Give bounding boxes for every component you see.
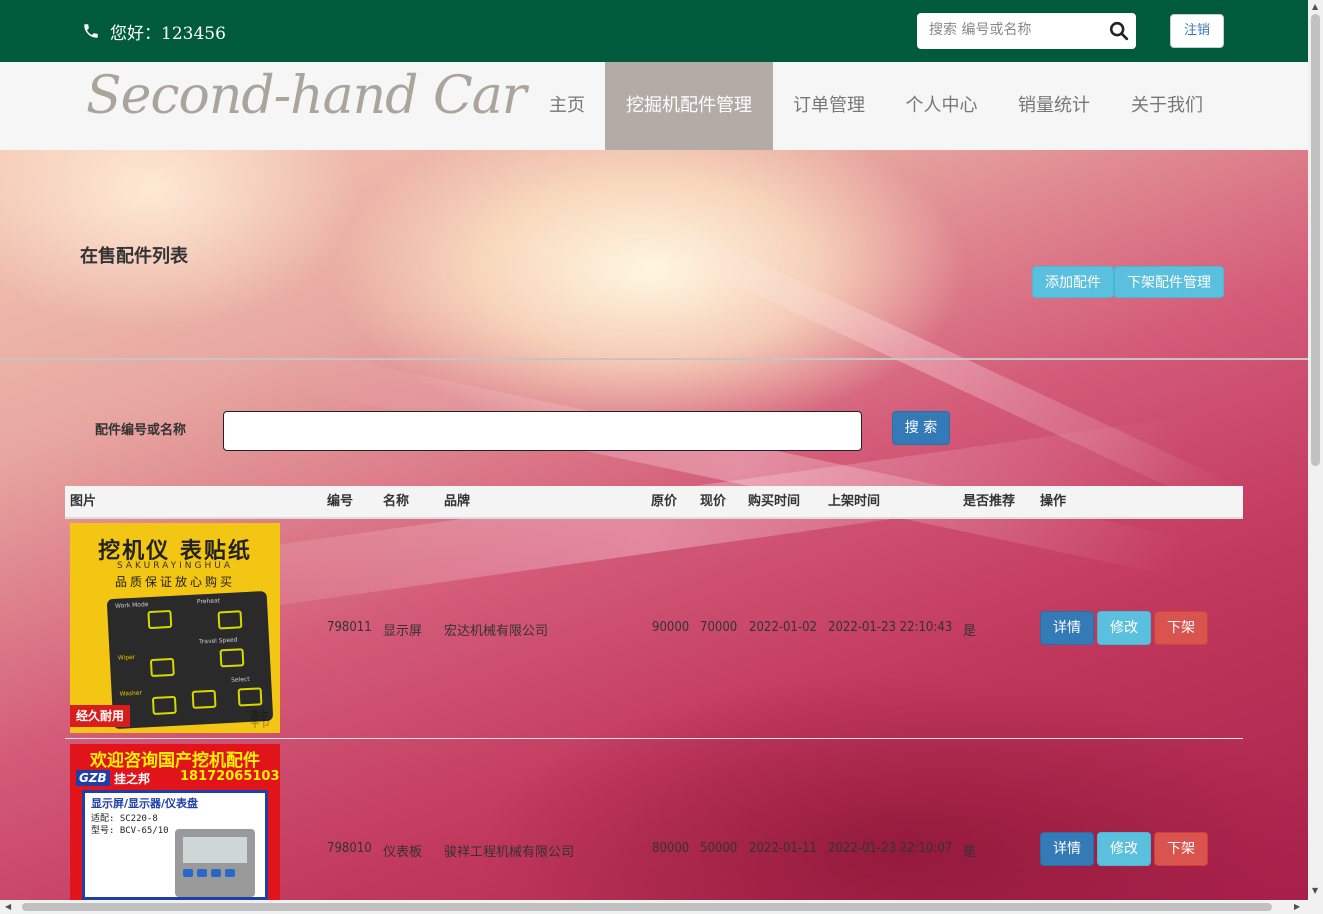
- logout-button[interactable]: 注销: [1170, 14, 1224, 48]
- image-badge: 经久耐用: [70, 705, 130, 727]
- nav-orders[interactable]: 订单管理: [773, 62, 885, 150]
- cell-listed-time: 2022-01-23 22:10:07: [828, 841, 953, 856]
- col-actions: 操作: [1040, 494, 1067, 509]
- phone-icon: [84, 24, 98, 38]
- nav-about[interactable]: 关于我们: [1110, 62, 1224, 150]
- part-image[interactable]: 欢迎咨询国产挖机配件 GZB 挂之邦 18172065103 显示屏/显示器/仪…: [70, 744, 280, 900]
- content-area: 在售配件列表 添加配件 下架配件管理 配件编号或名称 搜 索 图片 编号 名称 …: [0, 150, 1308, 900]
- cell-brand: 宏达机械有限公司: [444, 624, 549, 639]
- top-bar: 您好：123456 注销: [0, 0, 1308, 62]
- cell-purchase-date: 2022-01-11: [749, 841, 817, 856]
- edit-button[interactable]: 修改: [1097, 611, 1151, 645]
- panel-label: Work Mode: [114, 601, 149, 610]
- page-title: 在售配件列表: [80, 246, 188, 267]
- search-icon[interactable]: [1108, 20, 1130, 42]
- top-search-input[interactable]: [917, 13, 1109, 47]
- panel-label: Preheat: [196, 597, 221, 606]
- offshelf-button[interactable]: 下架: [1154, 832, 1208, 866]
- panel-sticker: Work Mode Preheat Travel Speed Wiper Was…: [106, 590, 274, 730]
- scroll-down-icon[interactable]: ▼: [1312, 886, 1318, 895]
- edit-button[interactable]: 修改: [1097, 832, 1151, 866]
- nav-home[interactable]: 主页: [529, 62, 605, 150]
- cell-recommended: 是: [963, 624, 977, 639]
- nav-parts-management[interactable]: 挖掘机配件管理: [605, 62, 773, 150]
- nav-sales-stats[interactable]: 销量统计: [998, 62, 1110, 150]
- dashboard-device: [175, 829, 255, 897]
- cell-recommended: 是: [963, 845, 977, 860]
- filter-label: 配件编号或名称: [95, 423, 187, 438]
- part-image[interactable]: 挖机仪 表贴纸 SAKURAYINGHUA 品质保证放心购买 Work Mode…: [70, 523, 280, 733]
- cell-current-price: 50000: [700, 841, 738, 856]
- col-image: 图片: [70, 494, 97, 509]
- cell-original-price: 80000: [652, 841, 690, 856]
- top-search-box: [917, 13, 1136, 49]
- col-listed-time: 上架时间: [828, 494, 881, 509]
- col-current-price: 现价: [700, 494, 727, 509]
- scroll-up-icon[interactable]: ▲: [1312, 2, 1318, 11]
- image-logo: GZB: [76, 770, 110, 786]
- col-recommended: 是否推荐: [963, 494, 1016, 509]
- offshelf-button[interactable]: 下架: [1154, 611, 1208, 645]
- cell-listed-time: 2022-01-23 22:10:43: [828, 620, 953, 635]
- cell-name: 仪表板: [383, 845, 423, 860]
- site-logo[interactable]: Second-hand Car: [86, 66, 527, 126]
- image-watermark: 韩: [250, 707, 270, 731]
- image-line: 显示屏/显示器/仪表盘: [91, 797, 199, 810]
- vertical-scroll-thumb[interactable]: [1311, 14, 1320, 466]
- vertical-scrollbar[interactable]: ▲ ▼: [1308, 0, 1323, 900]
- nav-profile[interactable]: 个人中心: [885, 62, 998, 150]
- cell-current-price: 70000: [700, 620, 738, 635]
- panel-label: Wiper: [117, 653, 136, 662]
- cell-original-price: 90000: [652, 620, 690, 635]
- part-search-input[interactable]: [223, 411, 862, 451]
- scroll-right-icon[interactable]: ▶: [1294, 902, 1300, 911]
- image-title: 欢迎咨询国产挖机配件: [90, 751, 260, 771]
- col-name: 名称: [383, 494, 410, 509]
- section-divider: [0, 358, 1308, 360]
- main-navbar: Second-hand Car 主页 挖掘机配件管理 订单管理 个人中心 销量统…: [0, 62, 1308, 151]
- detail-button[interactable]: 详情: [1040, 611, 1094, 645]
- cell-id: 798010: [327, 841, 372, 856]
- panel-label: Select: [230, 675, 250, 684]
- panel-label: Travel Speed: [198, 636, 238, 646]
- col-id: 编号: [327, 494, 354, 509]
- col-purchase-date: 购买时间: [748, 494, 801, 509]
- add-part-button[interactable]: 添加配件: [1032, 266, 1114, 298]
- scroll-left-icon[interactable]: ◀: [5, 902, 11, 911]
- detail-button[interactable]: 详情: [1040, 832, 1094, 866]
- image-phone: 18172065103: [180, 769, 280, 784]
- image-logo-text: 挂之邦: [114, 772, 151, 786]
- part-search-button[interactable]: 搜 索: [892, 411, 950, 445]
- offshelf-manage-button[interactable]: 下架配件管理: [1114, 266, 1224, 298]
- cell-name: 显示屏: [383, 624, 423, 639]
- horizontal-scroll-thumb[interactable]: [22, 903, 1272, 911]
- image-slogan: 品质保证放心购买: [114, 575, 235, 589]
- cell-purchase-date: 2022-01-02: [749, 620, 817, 635]
- row-divider: [65, 738, 1243, 739]
- col-original-price: 原价: [651, 494, 678, 509]
- col-brand: 品牌: [444, 494, 471, 509]
- panel-label: Washer: [119, 689, 143, 698]
- cell-brand: 骏祥工程机械有限公司: [444, 845, 575, 860]
- table-header: 图片 编号 名称 品牌 原价 现价 购买时间 上架时间 是否推荐 操作: [65, 486, 1243, 519]
- image-subtitle: SAKURAYINGHUA: [116, 561, 233, 571]
- image-card: 显示屏/显示器/仪表盘 适配: SC220-8 型号: BCV-65/10: [82, 790, 268, 900]
- cell-id: 798011: [327, 620, 372, 635]
- user-greeting: 您好：123456: [110, 24, 226, 44]
- image-line: 型号: BCV-65/10: [91, 826, 169, 836]
- horizontal-scrollbar[interactable]: ◀ ▶: [0, 900, 1323, 914]
